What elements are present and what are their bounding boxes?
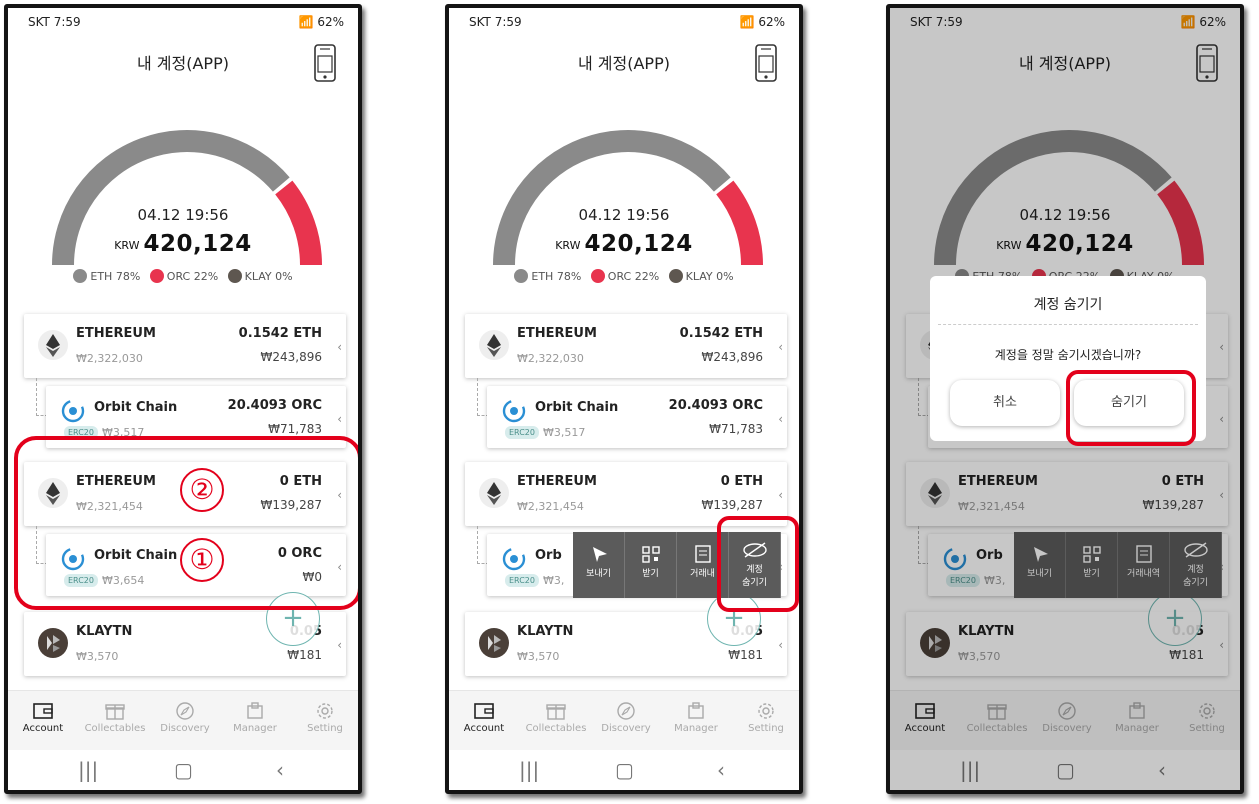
qr-icon [642,546,660,563]
legend-klay: KLAY 0% [227,269,293,283]
bottom-nav: Account Collectables Discovery Manager S… [8,690,358,750]
balance-datetime: 04.12 19:56 [137,206,229,224]
carrier-time: SKT 7:59 [469,15,522,29]
annotation-number-2: ② [180,468,224,512]
account-card-orbit-1[interactable]: Orbit Chain ERC20₩3,517 20.4093 ORC ₩71,… [487,386,787,448]
wallet-phone-icon[interactable] [755,44,777,82]
total-balance: KRW 420,124 [8,231,358,257]
page-title: 내 계정(APP) [578,54,670,73]
dialog-divider [938,324,1198,325]
balance-amount: 420,124 [143,231,252,257]
annotation-number-1: ① [180,538,224,582]
nav-discovery[interactable]: Discovery [150,701,220,734]
send-button[interactable]: 보내기 [573,532,625,598]
status-bar: SKT 7:59 📶 62% [469,14,785,32]
orbit-chain-icon [501,398,527,424]
signal-icon: 📶 [739,15,759,29]
ethereum-icon [479,478,509,508]
nav-collectables[interactable]: Collectables [521,701,591,734]
nav-manager[interactable]: Manager [661,701,731,734]
legend-eth: ETH 78% [514,269,581,283]
receive-button[interactable]: 받기 [625,532,677,598]
nav-discovery[interactable]: Discovery [591,701,661,734]
system-nav-bar: ||| ▢ ‹ [449,750,799,790]
account-card-eth-1[interactable]: ETHEREUM ₩2,322,030 0.1542 ETH ₩243,896 … [24,314,346,378]
send-icon [593,547,607,562]
carrier-time: SKT 7:59 [28,15,81,29]
cancel-button[interactable]: 취소 [950,380,1060,426]
chevron-left-icon: ‹ [778,412,783,426]
total-balance: KRW 420,124 [449,231,799,257]
chevron-left-icon: ‹ [337,340,342,354]
chevron-left-icon: ‹ [337,638,342,652]
orbit-chain-icon [60,398,86,424]
phone-screen-2: SKT 7:59 📶 62% 내 계정(APP) 04.12 19:56 KRW… [445,4,803,794]
orbit-chain-icon [501,546,527,572]
chevron-left-icon: ‹ [778,488,783,502]
balance-datetime: 04.12 19:56 [578,206,670,224]
nav-manager[interactable]: Manager [220,701,290,734]
recent-apps-icon[interactable]: ||| [519,758,539,782]
home-icon[interactable]: ▢ [174,758,193,782]
ethereum-icon [479,330,509,360]
gauge-legend: ETH 78% ORC 22% KLAY 0% [449,269,799,283]
wallet-icon [33,703,53,719]
chevron-left-icon: ‹ [778,340,783,354]
currency-label: KRW [114,239,140,252]
nav-collectables[interactable]: Collectables [80,701,150,734]
klaytn-icon [479,628,509,658]
legend-klay: KLAY 0% [668,269,734,283]
currency-label: KRW [555,239,581,252]
manager-icon [688,702,704,719]
erc20-badge: ERC20 [505,574,539,587]
back-icon[interactable]: ‹ [717,758,725,782]
nav-setting[interactable]: Setting [731,701,799,734]
highlight-box [14,436,358,610]
klaytn-icon [38,628,68,658]
account-card-eth-1[interactable]: ETHEREUM ₩2,322,030 0.1542 ETH ₩243,896 … [465,314,787,378]
legend-eth: ETH 78% [73,269,140,283]
gauge-legend: ETH 78% ORC 22% KLAY 0% [8,269,358,283]
legend-orc: ORC 22% [149,269,218,283]
bottom-nav: Account Collectables Discovery Manager S… [449,690,799,750]
phone-screen-1: SKT 7:59 📶 62% 내 계정(APP) 04.12 19:56 KRW… [4,4,362,794]
legend-orc: ORC 22% [590,269,659,283]
gift-icon [546,704,566,720]
wallet-icon [474,703,494,719]
chevron-left-icon: ‹ [778,638,783,652]
balance-amount: 420,124 [584,231,693,257]
compass-icon [617,702,635,720]
dialog-title: 계정 숨기기 [1033,297,1103,313]
ethereum-icon [38,330,68,360]
wallet-phone-icon[interactable] [314,44,336,82]
nav-account[interactable]: Account [8,701,78,734]
battery-level: 62% [758,15,785,29]
nav-setting[interactable]: Setting [290,701,358,734]
highlight-box [717,516,799,612]
gear-icon [758,703,774,719]
manager-icon [247,702,263,719]
chevron-left-icon: ‹ [337,412,342,426]
page-title: 내 계정(APP) [137,54,229,73]
recent-apps-icon[interactable]: ||| [78,758,98,782]
nav-account[interactable]: Account [449,701,519,734]
home-icon[interactable]: ▢ [615,758,634,782]
system-nav-bar: ||| ▢ ‹ [8,750,358,790]
battery-level: 62% [317,15,344,29]
dialog-message: 계정을 정말 숨기시겠습니까? [994,348,1142,362]
phone-screen-3: SKT 7:59 📶 62% 내 계정(APP) 04.12 19:56 KRW… [886,4,1244,794]
erc20-badge: ERC20 [505,426,539,439]
compass-icon [176,702,194,720]
highlight-box [1066,370,1196,446]
status-bar: SKT 7:59 📶 62% [28,14,344,32]
gear-icon [317,703,333,719]
back-icon[interactable]: ‹ [276,758,284,782]
signal-icon: 📶 [298,15,318,29]
gift-icon [105,704,125,720]
